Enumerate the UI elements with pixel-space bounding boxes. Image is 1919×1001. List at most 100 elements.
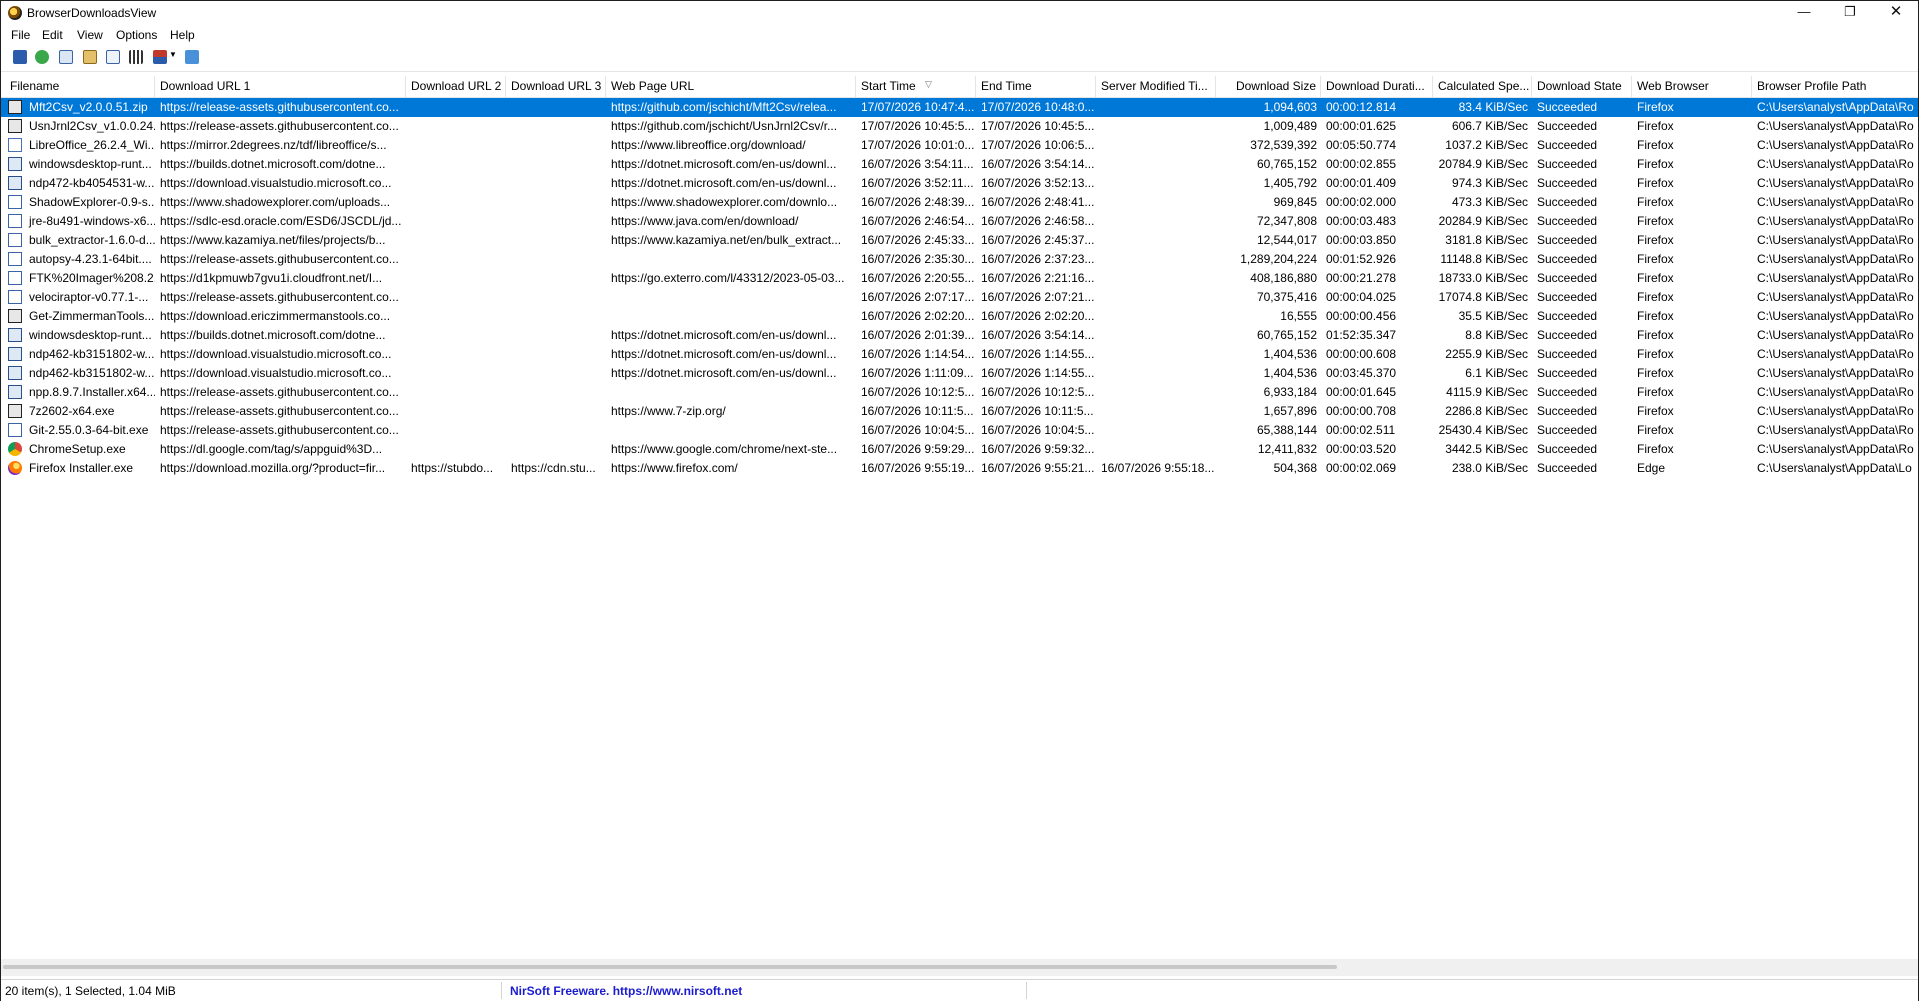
cell-download-size: 60,765,152 xyxy=(1256,157,1317,171)
table-row[interactable]: FTK%20Imager%208.2.... https://d1kpmuwb7g… xyxy=(1,269,1918,288)
cell-server-modified-time xyxy=(1096,136,1216,155)
cell-browser-profile-path: C:\Users\analyst\AppData\Ro xyxy=(1757,138,1914,152)
cell-download-state: Succeeded xyxy=(1537,385,1598,399)
cell-filename: Git-2.55.0.3-64-bit.exe xyxy=(29,423,149,437)
table-row[interactable]: Mft2Csv_v2.0.0.51.zip https://release-ass… xyxy=(1,98,1918,117)
sort-button[interactable]: ▼ xyxy=(151,48,177,66)
table-row[interactable]: jre-8u491-windows-x6... https://sdlc-esd.… xyxy=(1,212,1918,231)
col-download-state[interactable]: Download State xyxy=(1532,76,1632,97)
copy-button[interactable] xyxy=(57,48,75,66)
cell-download-state: Succeeded xyxy=(1537,233,1598,247)
cell-filename: ChromeSetup.exe xyxy=(29,442,126,456)
table-row[interactable]: LibreOffice_26.2.4_Wi... https://mirror.2… xyxy=(1,136,1918,155)
nirsoft-link[interactable]: NirSoft Freeware. https://www.nirsoft.ne… xyxy=(510,984,742,998)
col-filename[interactable]: Filename xyxy=(5,76,155,97)
cell-download-state: Succeeded xyxy=(1537,328,1598,342)
table-row[interactable]: windowsdesktop-runt... https://builds.dot… xyxy=(1,155,1918,174)
table-row[interactable]: bulk_extractor-1.6.0-d... https://www.kaz… xyxy=(1,231,1918,250)
scrollbar-thumb[interactable] xyxy=(3,965,1337,969)
cell-calculated-speed: 11148.8 KiB/Sec xyxy=(1440,252,1528,266)
cell-download-url-3 xyxy=(506,307,606,326)
col-download-duration[interactable]: Download Durati... xyxy=(1321,76,1433,97)
cell-download-url-2 xyxy=(406,288,506,307)
properties-button[interactable] xyxy=(81,48,99,66)
cell-end-time: 16/07/2026 3:52:13... xyxy=(981,176,1095,190)
table-row[interactable]: autopsy-4.23.1-64bit.... https://release-… xyxy=(1,250,1918,269)
cell-start-time: 16/07/2026 1:11:09... xyxy=(861,366,974,380)
cell-filename: UsnJrnl2Csv_v1.0.0.24.... xyxy=(29,119,155,133)
cell-download-url-1: https://sdlc-esd.oracle.com/ESD6/JSCDL/j… xyxy=(160,214,402,228)
col-download-url-1[interactable]: Download URL 1 xyxy=(155,76,406,97)
cell-end-time: 16/07/2026 2:45:37... xyxy=(981,233,1095,247)
cell-web-browser: Firefox xyxy=(1637,366,1674,380)
cell-end-time: 17/07/2026 10:48:0... xyxy=(981,100,1095,114)
cell-download-duration: 00:01:52.926 xyxy=(1326,252,1397,266)
col-download-url-2[interactable]: Download URL 2 xyxy=(406,76,506,97)
cell-browser-profile-path: C:\Users\analyst\AppData\Ro xyxy=(1757,442,1914,456)
cell-start-time: 16/07/2026 2:48:39... xyxy=(861,195,975,209)
menu-help[interactable]: Help xyxy=(170,28,195,42)
table-row[interactable]: ndp462-kb3151802-w... https://download.vi… xyxy=(1,364,1918,383)
cell-end-time: 16/07/2026 2:02:20... xyxy=(981,309,1095,323)
cell-browser-profile-path: C:\Users\analyst\AppData\Ro xyxy=(1757,309,1914,323)
menu-options[interactable]: Options xyxy=(116,28,157,42)
col-server-modified-time[interactable]: Server Modified Ti... xyxy=(1096,76,1216,97)
minimize-button[interactable]: — xyxy=(1781,1,1827,25)
cell-download-url-1: https://release-assets.githubusercontent… xyxy=(160,290,399,304)
col-browser-profile-path[interactable]: Browser Profile Path xyxy=(1752,76,1918,97)
col-start-time[interactable]: Start Time xyxy=(856,76,976,97)
cell-browser-profile-path: C:\Users\analyst\AppData\Ro xyxy=(1757,290,1914,304)
table-row[interactable]: velociraptor-v0.77.1-... https://release-… xyxy=(1,288,1918,307)
cell-server-modified-time xyxy=(1096,421,1216,440)
cell-web-browser: Firefox xyxy=(1637,290,1674,304)
cell-download-url-1: https://download.visualstudio.microsoft.… xyxy=(160,176,392,190)
menu-file[interactable]: File xyxy=(11,28,30,42)
table-row[interactable]: 7z2602-x64.exe https://release-assets.git… xyxy=(1,402,1918,421)
maximize-button[interactable]: ❐ xyxy=(1827,1,1873,25)
table-row[interactable]: windowsdesktop-runt... https://builds.dot… xyxy=(1,326,1918,345)
col-download-size[interactable]: Download Size xyxy=(1216,76,1321,97)
cell-web-page-url: https://www.7-zip.org/ xyxy=(611,404,726,418)
close-button[interactable]: ✕ xyxy=(1873,1,1919,25)
properties-icon xyxy=(83,50,97,64)
cell-browser-profile-path: C:\Users\analyst\AppData\Ro xyxy=(1757,119,1914,133)
find-button[interactable] xyxy=(104,48,122,66)
copy-icon xyxy=(59,50,73,64)
table-row[interactable]: Get-ZimmermanTools.... https://download.e… xyxy=(1,307,1918,326)
table-row[interactable]: npp.8.9.7.Installer.x64.... https://relea… xyxy=(1,383,1918,402)
cell-download-size: 1,404,536 xyxy=(1263,366,1317,380)
table-row[interactable]: ChromeSetup.exe https://dl.google.com/tag… xyxy=(1,440,1918,459)
table-row[interactable]: ShadowExplorer-0.9-s... https://www.shado… xyxy=(1,193,1918,212)
cell-end-time: 16/07/2026 10:04:5... xyxy=(981,423,1095,437)
cell-start-time: 17/07/2026 10:47:4... xyxy=(861,100,975,114)
list-header: Filename Download URL 1 Download URL 2 D… xyxy=(1,76,1918,98)
html-report-button[interactable] xyxy=(127,48,145,66)
horizontal-scrollbar[interactable] xyxy=(1,959,1918,976)
cell-calculated-speed: 35.5 KiB/Sec xyxy=(1458,309,1528,323)
cell-web-browser: Firefox xyxy=(1637,271,1674,285)
menu-edit[interactable]: Edit xyxy=(42,28,63,42)
cell-download-size: 70,375,416 xyxy=(1256,290,1317,304)
col-download-url-3[interactable]: Download URL 3 xyxy=(506,76,606,97)
cell-download-size: 12,411,832 xyxy=(1257,442,1317,456)
table-row[interactable]: ndp462-kb3151802-w... https://download.vi… xyxy=(1,345,1918,364)
cell-download-duration: 00:00:03.483 xyxy=(1326,214,1397,228)
cell-download-url-3 xyxy=(506,288,606,307)
status-divider xyxy=(1026,982,1027,999)
table-row[interactable]: ndp472-kb4054531-w... https://download.vi… xyxy=(1,174,1918,193)
table-row[interactable]: UsnJrnl2Csv_v1.0.0.24.... https://release… xyxy=(1,117,1918,136)
table-row[interactable]: Git-2.55.0.3-64-bit.exe https://release-a… xyxy=(1,421,1918,440)
table-row[interactable]: Firefox Installer.exe https://download.mo… xyxy=(1,459,1918,478)
col-calculated-speed[interactable]: Calculated Spe... xyxy=(1433,76,1532,97)
exit-button[interactable] xyxy=(183,48,201,66)
save-button[interactable] xyxy=(11,48,29,66)
cell-web-page-url xyxy=(606,250,856,269)
menu-view[interactable]: View xyxy=(77,28,103,42)
col-web-page-url[interactable]: Web Page URL xyxy=(606,76,856,97)
col-end-time[interactable]: End Time xyxy=(976,76,1096,97)
cell-start-time: 16/07/2026 3:52:11... xyxy=(861,176,974,190)
refresh-button[interactable] xyxy=(33,48,51,66)
cell-download-size: 65,388,144 xyxy=(1256,423,1317,437)
cell-download-url-1: https://download.mozilla.org/?product=fi… xyxy=(160,461,386,475)
col-web-browser[interactable]: Web Browser xyxy=(1632,76,1752,97)
